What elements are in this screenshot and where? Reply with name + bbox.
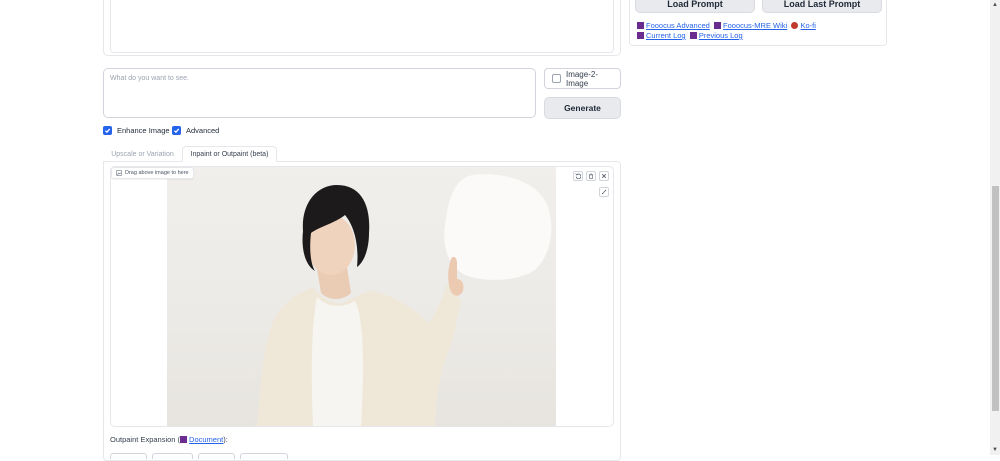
link-label: Ko-fi: [800, 21, 816, 30]
outpaint-expansion-label: Outpaint Expansion ( Document):: [110, 435, 228, 444]
advanced-option[interactable]: Advanced: [172, 126, 219, 135]
load-prompt-button[interactable]: Load Prompt: [635, 0, 755, 13]
brush-icon[interactable]: [599, 187, 609, 197]
book-icon: [637, 32, 644, 39]
checkmark-icon: [173, 128, 180, 134]
book-icon: [689, 32, 697, 39]
link-label: Fooocus-MRE Wiki: [723, 21, 788, 30]
scrollbar-thumb[interactable]: [992, 186, 999, 411]
enhance-image-option[interactable]: Enhance Image: [103, 126, 170, 135]
image-icon: [116, 170, 122, 176]
scroll-down-icon[interactable]: ▼: [990, 445, 1000, 455]
link-current-log[interactable]: Current Log: [637, 31, 686, 40]
load-last-prompt-button[interactable]: Load Last Prompt: [762, 0, 882, 13]
outpaint-option-button[interactable]: [152, 453, 193, 459]
photo-illustration: [257, 174, 552, 426]
advanced-checkbox[interactable]: [172, 126, 181, 135]
outpaint-prefix: Outpaint Expansion (: [110, 435, 181, 444]
drag-image-text: Drag above image to here: [125, 170, 189, 176]
checkmark-icon: [104, 128, 111, 134]
enhance-image-checkbox[interactable]: [103, 126, 112, 135]
undo-icon[interactable]: [573, 171, 583, 181]
tab-inpaint-or-outpaint[interactable]: Inpaint or Outpaint (beta): [182, 146, 277, 162]
link-ko-fi[interactable]: Ko-fi: [791, 21, 816, 30]
link-label: Fooocus Advanced: [646, 21, 710, 30]
outpaint-suffix: ):: [223, 435, 228, 444]
prompt-box: [103, 68, 536, 118]
book-icon: [180, 436, 188, 443]
links-row-1: Fooocus Advanced Fooocus-MRE Wiki Ko-fi: [637, 21, 816, 30]
gallery-area[interactable]: [110, 0, 614, 53]
link-label: Previous Log: [698, 31, 743, 40]
book-icon: [637, 22, 644, 29]
tab-upscale-or-variation[interactable]: Upscale or Variation: [104, 146, 181, 162]
image2image-checkbox[interactable]: [552, 74, 561, 83]
advanced-label: Advanced: [186, 126, 220, 135]
enhance-image-label: Enhance Image: [117, 126, 170, 135]
image2image-label: Image-2-Image: [565, 69, 598, 88]
document-link-label: Document: [189, 435, 224, 444]
document-link[interactable]: Document: [180, 435, 223, 444]
link-fooocus-mre-wiki[interactable]: Fooocus-MRE Wiki: [714, 21, 787, 30]
generate-button[interactable]: Generate: [544, 97, 621, 119]
inpaint-image[interactable]: [167, 167, 556, 426]
clear-icon[interactable]: [586, 171, 596, 181]
outpaint-option-button[interactable]: [110, 453, 147, 459]
close-icon[interactable]: [599, 171, 609, 181]
image2image-toggle[interactable]: Image-2-Image: [544, 68, 621, 89]
prompt-input[interactable]: [104, 69, 535, 117]
drag-image-label: Drag above image to here: [111, 167, 194, 179]
links-row-2: Current Log Previous Log: [637, 31, 743, 40]
link-label: Current Log: [646, 31, 686, 40]
link-fooocus-advanced[interactable]: Fooocus Advanced: [637, 21, 710, 30]
book-icon: [714, 22, 722, 29]
ko-fi-icon: [791, 22, 799, 29]
link-previous-log[interactable]: Previous Log: [689, 31, 743, 40]
outpaint-option-button[interactable]: [240, 453, 288, 459]
scroll-up-icon[interactable]: ▲: [990, 0, 1000, 10]
outpaint-option-button[interactable]: [198, 453, 235, 459]
